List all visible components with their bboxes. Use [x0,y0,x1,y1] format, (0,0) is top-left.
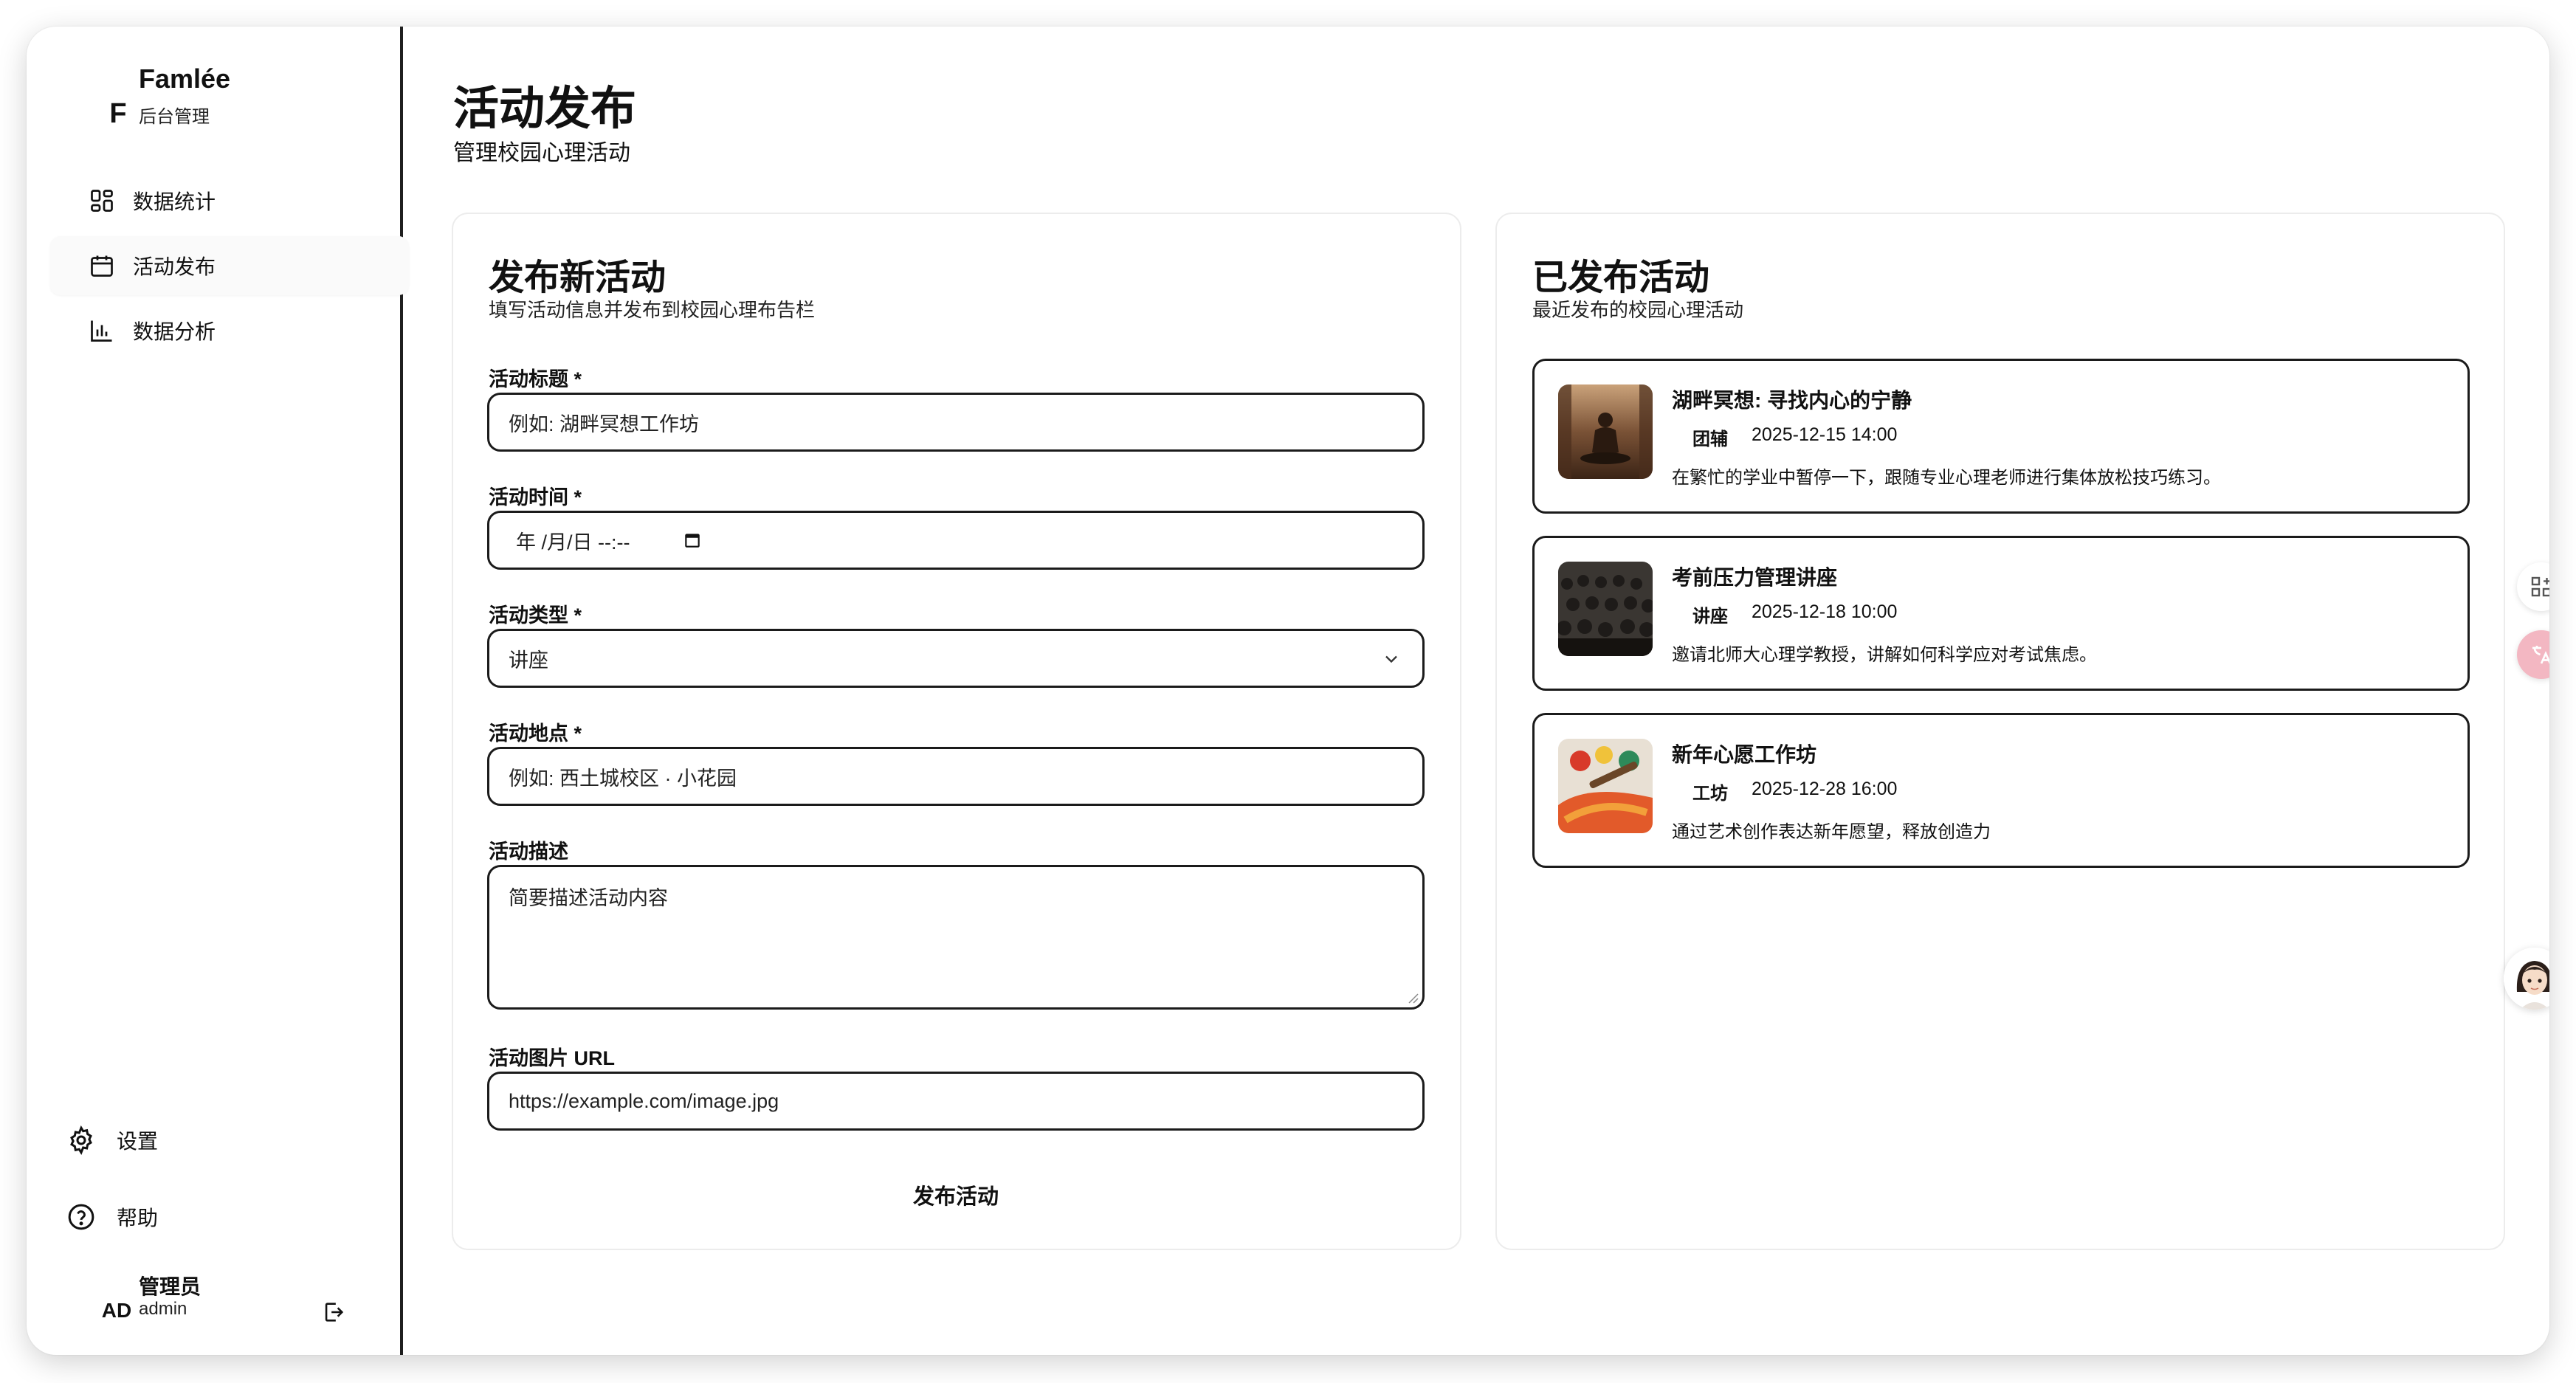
sidebar-item-label: 数据分析 [133,320,216,343]
page-title: 活动发布 [453,83,637,134]
type-label: 活动类型 * [489,604,582,627]
location-input[interactable]: 例如: 西土城校区 · 小花园 [487,747,1425,806]
translate-button[interactable] [2517,630,2549,679]
published-title: 已发布活动 [1532,258,1710,297]
activity-type-badge: 工坊 [1692,784,1728,804]
help-circle-icon [63,1199,99,1235]
type-selected-value: 讲座 [509,649,548,672]
activity-card[interactable]: 湖畔冥想: 寻找内心的宁静 团辅 2025-12-15 14:00 在繁忙的学业… [1532,359,2470,514]
title-placeholder: 例如: 湖畔冥想工作坊 [509,413,700,435]
settings-button[interactable]: 设置 [63,1114,388,1166]
activity-title: 考前压力管理讲座 [1672,566,1838,589]
help-label: 帮助 [117,1207,159,1229]
published-description: 最近发布的校园心理活动 [1532,299,1744,321]
image-url-label: 活动图片 URL [489,1047,615,1069]
publish-form-card: 发布新活动 填写活动信息并发布到校园心理布告栏 活动标题 * 例如: 湖畔冥想工… [452,213,1461,1250]
description-textarea[interactable]: 简要描述活动内容 [487,865,1425,1010]
logout-icon [325,1303,344,1322]
app-window: F Famlée 后台管理 数据统计 活动发布 数据分析 设置 帮助 AD 管理… [27,27,2549,1355]
activity-title: 湖畔冥想: 寻找内心的宁静 [1672,389,1912,412]
activity-description: 邀请北师大心理学教授，讲解如何科学应对考试焦虑。 [1672,645,2097,665]
location-label: 活动地点 * [489,722,582,745]
activity-time: 2025-12-18 10:00 [1752,601,1898,622]
activity-card[interactable]: 新年心愿工作坊 工坊 2025-12-28 16:00 通过艺术创作表达新年愿望… [1532,713,2470,868]
datetime-input[interactable]: 年 /月/日 --:-- [487,511,1425,570]
brand-name: Famlée [139,63,231,94]
page-subtitle: 管理校园心理活动 [453,141,630,165]
description-label: 活动描述 [489,841,568,863]
translate-icon [2532,646,2549,664]
form-title: 发布新活动 [489,258,667,297]
activity-time: 2025-12-15 14:00 [1752,424,1898,445]
logout-button[interactable] [317,1296,350,1328]
type-select[interactable]: 讲座 [487,629,1425,688]
sidebar-item-data-analysis[interactable]: 数据分析 [50,301,409,360]
meditation-photo [1558,384,1653,479]
datetime-placeholder: 年 /月/日 --:-- [516,531,630,553]
activity-type-badge: 团辅 [1692,430,1728,449]
title-label: 活动标题 * [489,368,582,390]
sidebar: F Famlée 后台管理 数据统计 活动发布 数据分析 设置 帮助 AD 管理… [27,27,409,1355]
activity-title: 新年心愿工作坊 [1672,743,1817,766]
paint-brushes-photo [1558,739,1653,833]
quick-tools-button[interactable] [2517,562,2549,611]
title-input[interactable]: 例如: 湖畔冥想工作坊 [487,393,1425,452]
activity-time: 2025-12-28 16:00 [1752,779,1898,799]
bar-chart-icon [87,316,117,345]
activity-description: 通过艺术创作表达新年愿望，释放创造力 [1672,822,1991,842]
user-role: admin [139,1299,187,1319]
location-placeholder: 例如: 西土城校区 · 小花园 [509,767,737,790]
qr-grid-icon [2531,576,2549,597]
brand-subtitle: 后台管理 [139,107,210,127]
image-url-placeholder: https://example.com/image.jpg [509,1089,779,1112]
gear-icon [63,1122,99,1158]
activity-description: 在繁忙的学业中暂停一下，跟随专业心理老师进行集体放松技巧练习。 [1672,468,2221,488]
assistant-avatar[interactable] [2504,948,2549,1010]
sidebar-item-activity-publish[interactable]: 活动发布 [50,236,409,295]
publish-button[interactable]: 发布活动 [487,1169,1425,1221]
published-activities-card: 已发布活动 最近发布的校园心理活动 湖畔冥想: 寻找内心的宁静 团辅 2025-… [1495,213,2505,1250]
resize-handle-icon[interactable] [1405,990,1419,1004]
dashboard-grid-icon [87,186,117,215]
calendar-picker-icon[interactable] [683,531,702,550]
chevron-down-icon [1385,655,1397,663]
activity-type-badge: 讲座 [1692,607,1728,627]
time-label: 活动时间 * [489,486,582,508]
sidebar-item-data-statistics[interactable]: 数据统计 [50,171,409,230]
lecture-audience-photo [1558,562,1653,656]
activity-card[interactable]: 考前压力管理讲座 讲座 2025-12-18 10:00 邀请北师大心理学教授，… [1532,536,2470,691]
user-name: 管理员 [139,1275,202,1298]
description-placeholder: 简要描述活动内容 [509,887,668,909]
settings-label: 设置 [117,1130,159,1153]
help-button[interactable]: 帮助 [63,1191,388,1243]
image-url-input[interactable]: https://example.com/image.jpg [487,1072,1425,1131]
sidebar-item-label: 数据统计 [133,190,216,213]
calendar-icon [87,251,117,280]
sidebar-item-label: 活动发布 [133,255,216,278]
form-description: 填写活动信息并发布到校园心理布告栏 [489,299,816,321]
